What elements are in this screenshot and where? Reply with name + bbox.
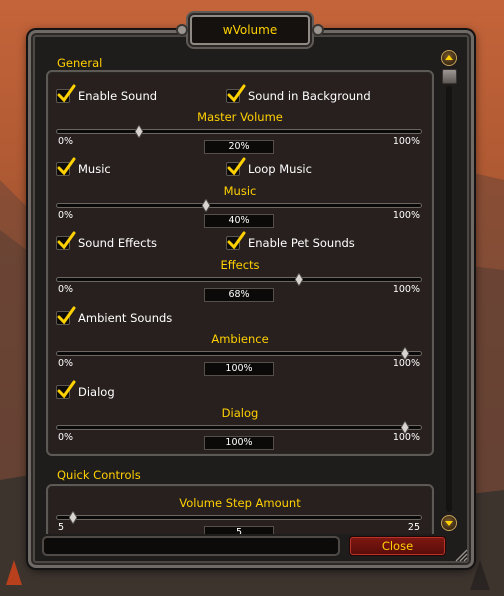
master-volume-value[interactable]: 20% bbox=[204, 140, 274, 154]
ambience-volume-max: 100% bbox=[392, 358, 420, 369]
ambient-sounds-label: Ambient Sounds bbox=[78, 311, 173, 325]
dialog-label: Dialog bbox=[78, 385, 115, 399]
slider-thumb[interactable] bbox=[201, 199, 210, 212]
volume-step-max: 25 bbox=[407, 522, 420, 533]
music-volume-slider[interactable] bbox=[56, 199, 422, 212]
dialog-checkbox[interactable]: Dialog bbox=[56, 380, 115, 401]
scrollbar-thumb[interactable] bbox=[442, 69, 457, 84]
status-text-field bbox=[42, 536, 340, 556]
enable-sound-checkbox[interactable]: Enable Sound bbox=[56, 84, 158, 105]
sound-effects-label: Sound Effects bbox=[78, 236, 157, 250]
scroll-up-button[interactable] bbox=[441, 50, 457, 66]
master-volume-min: 0% bbox=[58, 136, 74, 147]
scroll-down-button[interactable] bbox=[441, 515, 457, 531]
scrollbar-track[interactable] bbox=[446, 86, 452, 512]
checkmark-icon bbox=[227, 157, 246, 176]
volume-step-slider[interactable] bbox=[56, 511, 422, 524]
checkmark-icon bbox=[57, 380, 76, 399]
effects-volume-slider[interactable] bbox=[56, 273, 422, 286]
music-label: Music bbox=[78, 162, 111, 176]
volume-step-min: 5 bbox=[58, 522, 65, 533]
window-title-plate[interactable]: wVolume bbox=[178, 15, 322, 45]
volume-step-title: Volume Step Amount bbox=[179, 496, 301, 510]
ambience-volume-value[interactable]: 100% bbox=[204, 362, 274, 376]
checkmark-icon bbox=[57, 231, 76, 250]
effects-volume-min: 0% bbox=[58, 284, 74, 295]
ambience-volume-title: Ambience bbox=[211, 332, 269, 346]
music-volume-min: 0% bbox=[58, 210, 74, 221]
slider-thumb[interactable] bbox=[69, 511, 77, 524]
effects-volume-title: Effects bbox=[220, 258, 260, 272]
master-volume-max: 100% bbox=[392, 136, 420, 147]
music-volume-value[interactable]: 40% bbox=[204, 214, 274, 228]
section-title-quick-controls: Quick Controls bbox=[57, 468, 141, 482]
sound-effects-checkbox[interactable]: Sound Effects bbox=[56, 231, 157, 252]
effects-volume-value[interactable]: 68% bbox=[204, 288, 274, 302]
dialog-volume-max: 100% bbox=[392, 432, 420, 443]
title-stud-left bbox=[178, 26, 186, 34]
ambience-volume-slider[interactable] bbox=[56, 347, 422, 360]
loop-music-checkbox[interactable]: Loop Music bbox=[226, 157, 312, 178]
options-scroll-frame: General Enable Sound Sound in Background… bbox=[44, 52, 436, 534]
checkmark-icon bbox=[57, 157, 76, 176]
window-title: wVolume bbox=[222, 23, 278, 37]
music-volume-max: 100% bbox=[392, 210, 420, 221]
dialog-volume-value[interactable]: 100% bbox=[204, 436, 274, 450]
enable-sound-label: Enable Sound bbox=[78, 89, 158, 103]
slider-thumb[interactable] bbox=[135, 125, 144, 138]
enable-pet-sounds-checkbox[interactable]: Enable Pet Sounds bbox=[226, 231, 355, 252]
checkmark-icon bbox=[227, 84, 246, 103]
dialog-volume-min: 0% bbox=[58, 432, 74, 443]
close-button[interactable]: Close bbox=[350, 537, 445, 555]
master-volume-slider[interactable] bbox=[56, 125, 422, 138]
slider-thumb[interactable] bbox=[294, 273, 303, 286]
ambient-sounds-checkbox[interactable]: Ambient Sounds bbox=[56, 306, 173, 327]
ambience-volume-min: 0% bbox=[58, 358, 74, 369]
scroll-up-icon bbox=[445, 55, 453, 60]
sound-in-background-checkbox[interactable]: Sound in Background bbox=[226, 84, 371, 105]
volume-step-value[interactable]: 5 bbox=[204, 526, 274, 534]
dialog-volume-slider[interactable] bbox=[56, 421, 422, 434]
scroll-down-icon bbox=[445, 521, 453, 526]
title-stud-right bbox=[314, 26, 322, 34]
dialog-volume-title: Dialog bbox=[221, 406, 259, 420]
checkmark-icon bbox=[227, 231, 246, 250]
section-title-general: General bbox=[57, 56, 103, 70]
music-checkbox[interactable]: Music bbox=[56, 157, 111, 178]
sound-in-background-label: Sound in Background bbox=[248, 89, 371, 103]
loop-music-label: Loop Music bbox=[248, 162, 312, 176]
enable-pet-sounds-label: Enable Pet Sounds bbox=[248, 236, 355, 250]
effects-volume-max: 100% bbox=[392, 284, 420, 295]
checkmark-icon bbox=[57, 306, 76, 325]
checkmark-icon bbox=[57, 84, 76, 103]
resize-grip-icon[interactable] bbox=[454, 548, 468, 562]
master-volume-title: Master Volume bbox=[197, 110, 283, 124]
music-volume-title: Music bbox=[223, 184, 257, 198]
